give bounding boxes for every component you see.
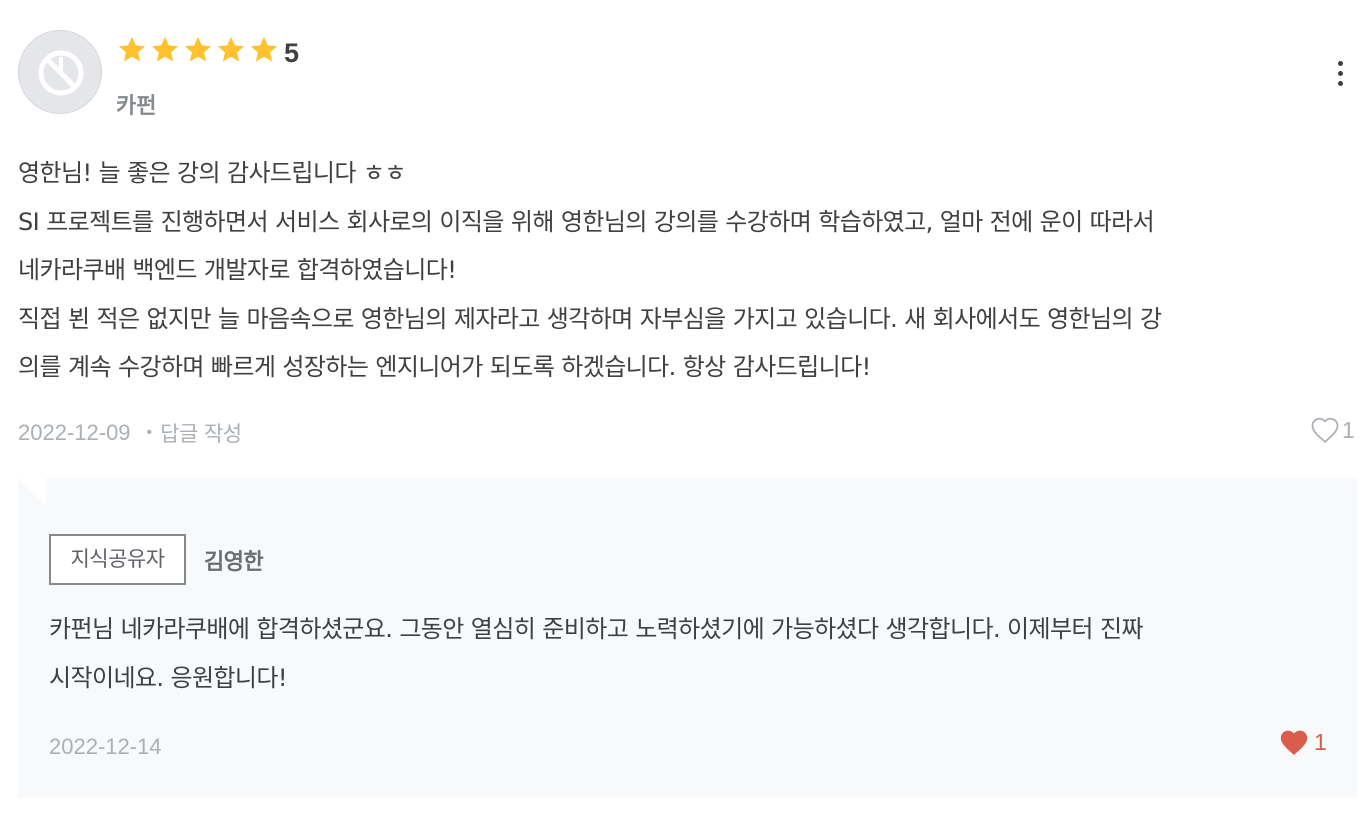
reviewer-name[interactable]: 카펀	[116, 88, 156, 120]
more-dot	[1337, 80, 1343, 86]
reply-author[interactable]: 김영한	[204, 544, 264, 576]
review-line: 네카라쿠배 백엔드 개발자로 합격하였습니다!	[18, 256, 457, 284]
reply-line: 카펀님 네카라쿠배에 합격하셨군요. 그동안 열심히 준비하고 노력하셨기에 가…	[49, 615, 1144, 643]
meta-separator: •	[146, 424, 153, 441]
reply-box: 지식공유자 김영한 카펀님 네카라쿠배에 합격하셨군요. 그동안 열심히 준비하…	[18, 478, 1357, 798]
star-icon	[250, 36, 278, 62]
heart-outline-icon	[1311, 417, 1339, 444]
review-line: SI 프로젝트를 진행하면서 서비스 회사로의 이직을 위해 영한님의 강의를 …	[18, 207, 1155, 236]
more-menu-button[interactable]	[1326, 56, 1354, 90]
review-like-button[interactable]: 1	[1310, 416, 1355, 444]
heart-filled-icon	[1280, 730, 1308, 756]
avatar[interactable]	[18, 30, 102, 114]
more-vertical-icon	[1337, 60, 1343, 66]
review-meta: 2022-12-09 • 답글 작성	[18, 418, 242, 448]
rating-stars	[116, 34, 280, 66]
reply-notch	[18, 478, 46, 506]
review-body: 영한님! 늘 좋은 강의 감사드립니다 ㅎㅎ SI 프로젝트를 진행하면서 서비…	[18, 149, 1358, 392]
write-reply-link[interactable]: 답글 작성	[160, 418, 242, 448]
reply-like-count: 1	[1314, 729, 1327, 755]
rating-value: 5	[284, 38, 300, 68]
review-line: 직접 뵌 적은 없지만 늘 마음속으로 영한님의 제자라고 생각하며 자부심을 …	[18, 304, 1162, 333]
reply-date: 2022-12-14	[49, 734, 162, 759]
instructor-badge: 지식공유자	[49, 534, 186, 585]
reply-line: 시작이네요. 응원합니다!	[49, 664, 287, 692]
reply-like-button[interactable]: 1	[1278, 728, 1327, 757]
review-line: 의를 계속 수강하며 빠르게 성장하는 엔지니어가 되도록 하겠습니다. 항상 …	[18, 353, 871, 381]
star-icon	[118, 36, 146, 62]
review-line: 영한님! 늘 좋은 강의 감사드립니다 ㅎㅎ	[18, 159, 406, 187]
no-profile-icon	[38, 50, 84, 96]
more-dot	[1337, 70, 1343, 76]
review-date: 2022-12-09	[18, 420, 131, 445]
review-like-count: 1	[1342, 416, 1355, 443]
reply-body: 카펀님 네카라쿠배에 합격하셨군요. 그동안 열심히 준비하고 노력하셨기에 가…	[49, 605, 1339, 703]
star-icon	[151, 36, 179, 62]
star-icon	[184, 36, 212, 62]
star-icon	[217, 36, 245, 62]
